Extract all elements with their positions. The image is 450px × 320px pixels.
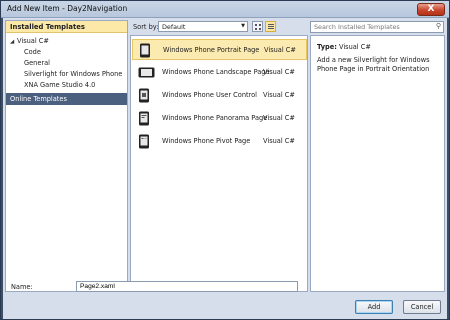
landscape-page-icon <box>138 67 155 78</box>
add-button[interactable]: Add <box>355 300 393 314</box>
list-item[interactable]: Windows Phone Panorama Page Visual C# <box>132 108 307 129</box>
template-language: Visual C# <box>263 68 295 76</box>
template-name: Windows Phone User Control <box>162 91 258 99</box>
tree-item-label: General <box>24 59 50 67</box>
tree-item-label: Visual C# <box>17 37 49 45</box>
template-description: Add a new Silverlight for Windows Phone … <box>317 56 430 73</box>
dialog-title: Add New Item - Day2Navigation <box>7 4 128 13</box>
template-language: Visual C# <box>263 137 295 145</box>
dialog-client-area: Installed Templates ◢ Visual C# Code Gene… <box>3 18 447 319</box>
portrait-page-icon <box>140 43 150 58</box>
grid-icon <box>255 24 257 26</box>
list-icon-line <box>268 28 274 29</box>
name-label: Name: <box>11 283 33 291</box>
sort-by-label: Sort by: <box>133 23 159 31</box>
cancel-button[interactable]: Cancel <box>403 300 441 314</box>
add-new-item-dialog: Add New Item - Day2Navigation X Installe… <box>0 0 450 320</box>
type-label: Type: <box>317 43 337 51</box>
template-name: Windows Phone Panorama Page <box>162 114 268 122</box>
tree-item-label: XNA Game Studio 4.0 <box>24 81 96 89</box>
template-details-pane: Type: Visual C# Add a new Silverlight fo… <box>310 35 445 292</box>
template-name: Windows Phone Pivot Page <box>162 137 251 145</box>
tree-item-code[interactable]: Code <box>24 48 41 56</box>
list-item[interactable]: Windows Phone Pivot Page Visual C# <box>132 131 307 152</box>
template-language: Visual C# <box>263 91 295 99</box>
close-icon: X <box>427 4 435 14</box>
title-bar[interactable]: Add New Item - Day2Navigation X <box>1 1 449 18</box>
close-button[interactable]: X <box>417 3 445 16</box>
installed-templates-header[interactable]: Installed Templates <box>6 21 127 33</box>
template-categories-pane: Installed Templates ◢ Visual C# Code Gene… <box>5 20 128 292</box>
tree-item-label: Silverlight for Windows Phone <box>24 70 123 78</box>
chevron-down-icon: ▼ <box>241 23 245 29</box>
search-icon[interactable]: ⚲ <box>436 22 441 30</box>
template-language: Visual C# <box>264 46 296 54</box>
list-item[interactable]: Windows Phone Landscape Page Visual C# <box>132 62 307 83</box>
grid-icon-dot <box>255 28 257 30</box>
search-templates-input[interactable]: Search Installed Templates ⚲ <box>310 21 444 33</box>
online-templates-item[interactable]: Online Templates <box>6 93 127 105</box>
tree-item-label: Code <box>24 48 41 56</box>
user-control-icon <box>139 88 149 103</box>
template-name: Windows Phone Landscape Page <box>162 68 270 76</box>
sort-toolbar: Sort by: Default ▼ <box>130 20 308 34</box>
grid-icon-dot <box>259 28 261 30</box>
sort-by-value: Default <box>162 23 186 31</box>
tree-item-visual-csharp[interactable]: ◢ Visual C# <box>10 37 49 45</box>
tree-item-xna[interactable]: XNA Game Studio 4.0 <box>24 81 95 89</box>
template-name: Windows Phone Portrait Page <box>163 46 260 54</box>
sort-by-select[interactable]: Default ▼ <box>158 21 248 32</box>
tree-item-silverlight-wp[interactable]: Silverlight for Windows Phone <box>24 70 122 78</box>
item-name-field[interactable] <box>76 281 298 292</box>
tree-item-general[interactable]: General <box>24 59 50 67</box>
template-type: Type: Visual C# <box>317 43 371 51</box>
list-icon <box>268 24 274 25</box>
template-list: Windows Phone Portrait Page Visual C# Wi… <box>130 35 308 292</box>
type-value: Visual C# <box>338 43 371 51</box>
panorama-page-icon <box>139 111 149 126</box>
search-placeholder: Search Installed Templates <box>314 23 400 31</box>
grid-icon-dot <box>259 24 261 26</box>
expand-arrow-icon[interactable]: ◢ <box>10 39 17 45</box>
list-item[interactable]: Windows Phone Portrait Page Visual C# <box>132 39 307 60</box>
medium-icons-view-button[interactable] <box>252 21 263 32</box>
list-item[interactable]: Windows Phone User Control Visual C# <box>132 85 307 106</box>
list-view-button[interactable] <box>265 21 276 32</box>
list-icon-line <box>268 26 274 27</box>
pivot-page-icon <box>139 134 149 149</box>
template-language: Visual C# <box>263 114 295 122</box>
